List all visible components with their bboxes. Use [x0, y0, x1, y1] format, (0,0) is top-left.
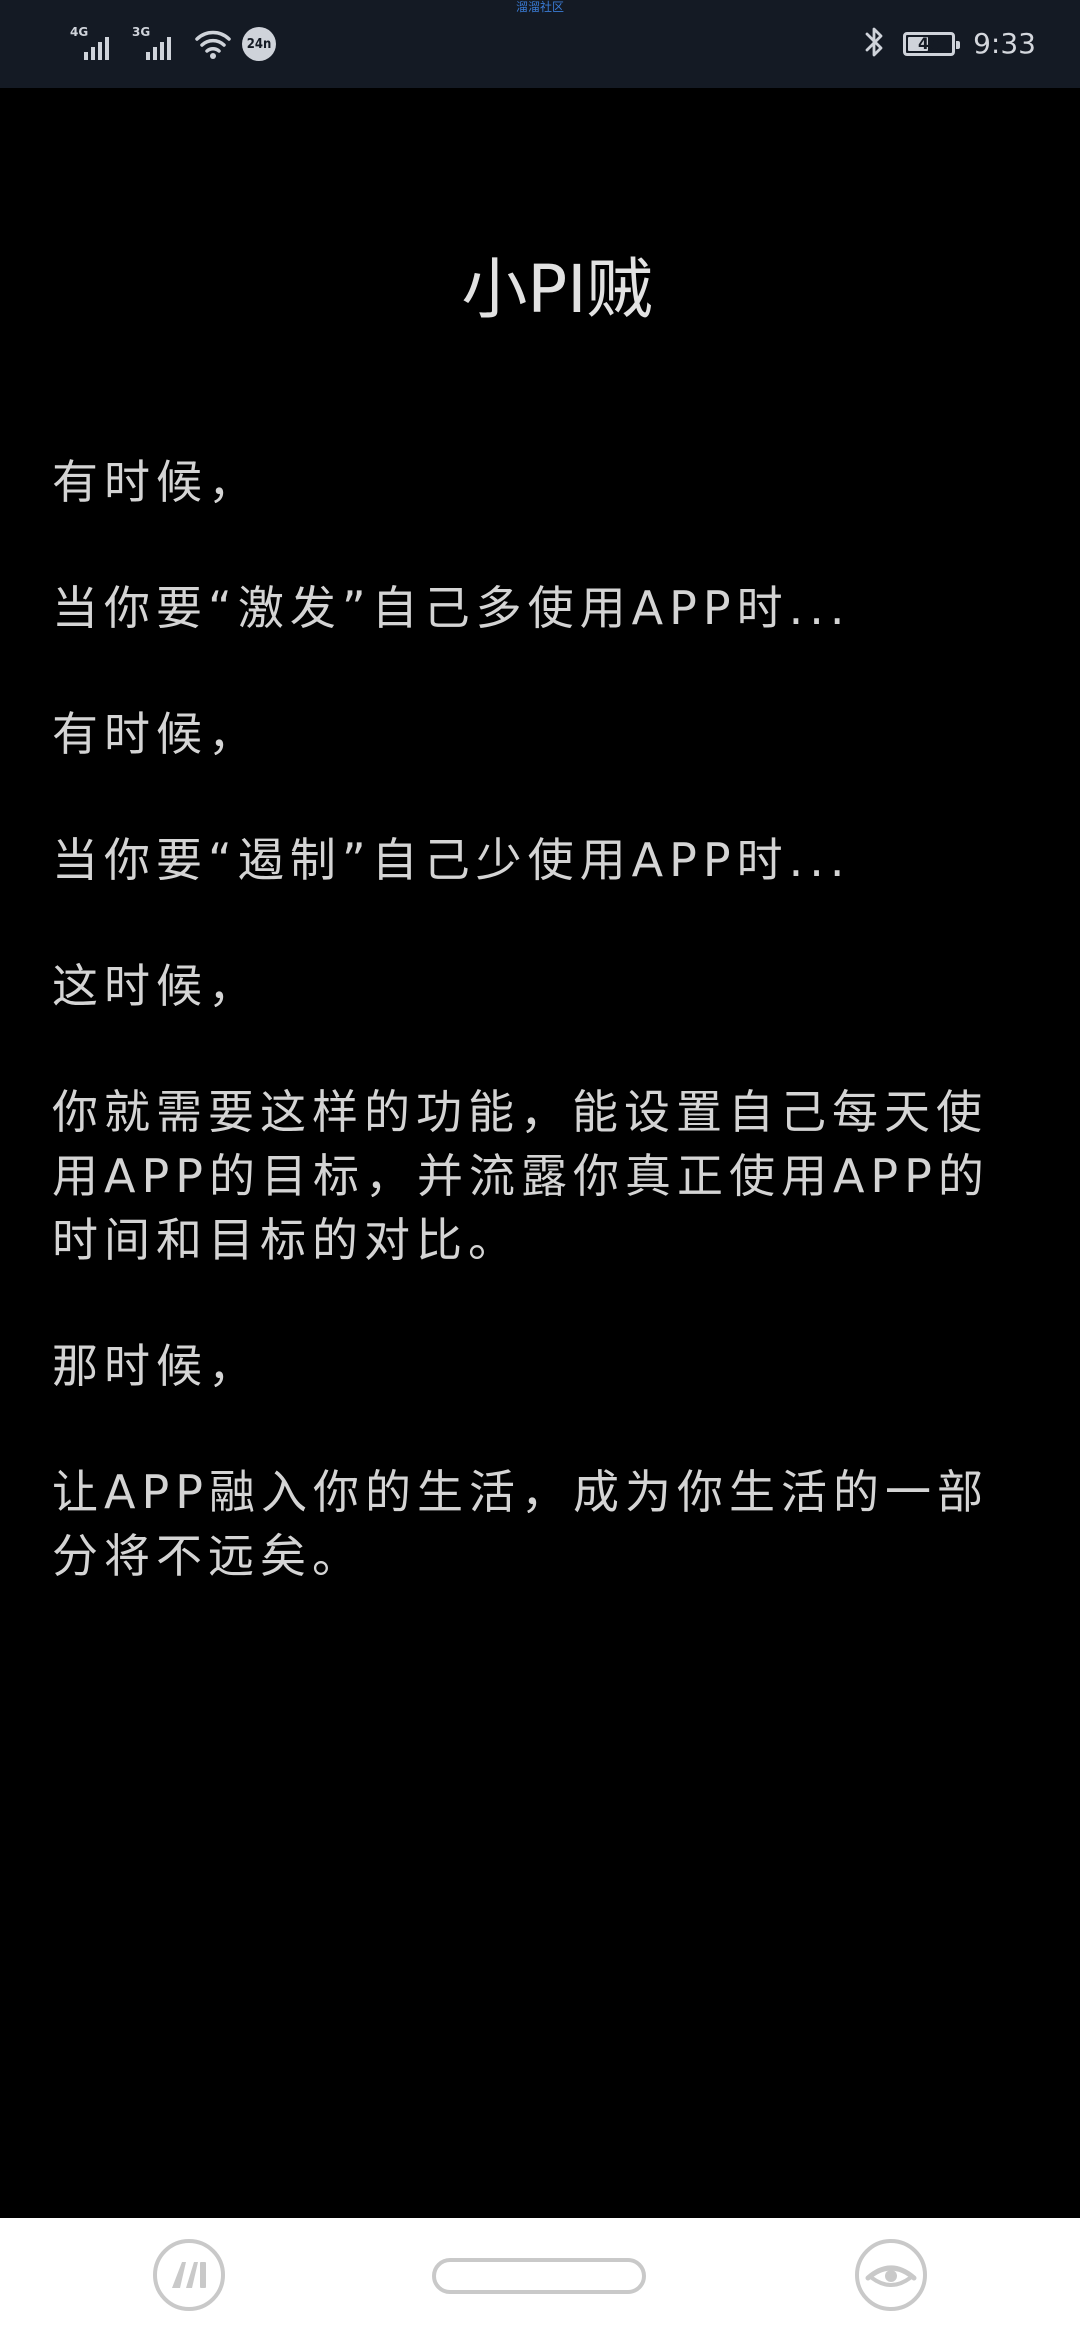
paragraph: 当你要“遏制”自己少使用APP时... — [52, 833, 851, 887]
status-top-label: 溜溜社区 — [515, 0, 564, 14]
eye-button[interactable] — [852, 2238, 930, 2316]
paragraph: 当你要“激发”自己多使用APP时... — [52, 581, 851, 635]
status-time: 9:33 — [973, 27, 1036, 60]
main-content: 小PI贼 有时候， 当你要“激发”自己多使用APP时... 有时候， 当你要“遏… — [52, 250, 1032, 1650]
battery-icon: 46 — [903, 32, 961, 56]
paragraph: 有时候， — [52, 455, 260, 509]
navigation-bar — [0, 2218, 1080, 2340]
wifi-icon — [194, 28, 232, 60]
status-left-group: 4G 3G 24n — [70, 24, 276, 64]
paragraph: 那时候， — [52, 1339, 260, 1393]
page-title: 小PI贼 — [461, 251, 653, 328]
paragraph: 有时候， — [52, 707, 260, 761]
network-speed-badge: 24n — [242, 27, 276, 61]
signal-icon: 3G — [132, 24, 184, 64]
status-bar: 溜溜社区 4G 3G 24n 46 9:33 — [0, 0, 1080, 88]
signal-icon: 4G — [70, 24, 122, 64]
paragraph: 让APP融入你的生活，成为你生活的一部分将不远矣。 — [52, 1465, 989, 1583]
paragraph: 这时候， — [52, 959, 260, 1013]
ai-assistant-button[interactable] — [150, 2238, 228, 2316]
eye-icon — [854, 2238, 928, 2316]
battery-level: 46 — [917, 34, 941, 53]
status-right-group: 46 9:33 — [863, 24, 1036, 64]
ai-assistant-icon — [152, 2238, 226, 2316]
paragraph: 你就需要这样的功能，能设置自己每天使用APP的目标，并流露你真正使用APP的时间… — [52, 1085, 990, 1267]
bluetooth-icon — [863, 25, 885, 63]
home-pill[interactable] — [432, 2258, 646, 2294]
